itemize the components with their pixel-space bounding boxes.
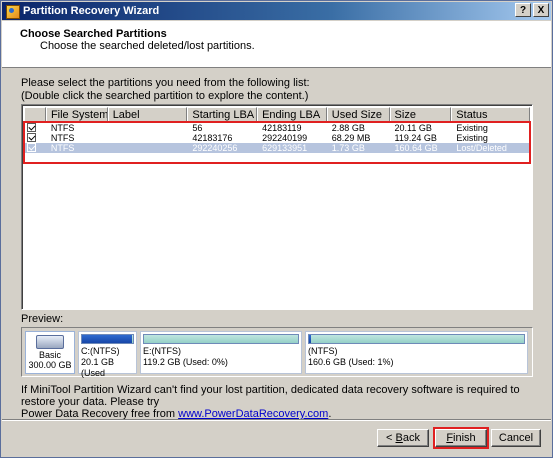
- column-label[interactable]: Label: [107, 107, 188, 122]
- instructions-line1: Please select the partitions you need fr…: [21, 77, 310, 89]
- partition-name: (NTFS): [308, 346, 338, 356]
- finish-button[interactable]: Finish: [433, 427, 489, 449]
- wizard-header: Choose Searched Partitions Choose the se…: [2, 21, 551, 68]
- column-starting-lba[interactable]: Starting LBA: [187, 107, 258, 122]
- back-prefix: <: [386, 432, 396, 444]
- partition-tile-lost[interactable]: (NTFS) 160.6 GB (Used: 1%): [305, 331, 528, 374]
- footer-separator: [2, 419, 551, 421]
- disk-size: 300.00 GB: [28, 360, 72, 370]
- help-button[interactable]: ?: [515, 3, 531, 17]
- finish-hotkey: F: [446, 432, 454, 444]
- window-title: Partition Recovery Wizard: [23, 5, 160, 17]
- partition-name: C:(NTFS): [81, 346, 120, 356]
- cancel-button[interactable]: Cancel: [491, 429, 541, 447]
- disk-type: Basic: [38, 350, 61, 360]
- partition-recovery-wizard-window: Partition Recovery Wizard ? X Choose Sea…: [0, 0, 553, 458]
- title-bar[interactable]: Partition Recovery Wizard ? X: [2, 2, 551, 20]
- column-used-size[interactable]: Used Size: [326, 107, 390, 122]
- instructions: Please select the partitions you need fr…: [21, 77, 310, 103]
- partition-info: 20.1 GB (Used: [81, 357, 115, 378]
- preview-label: Preview:: [21, 313, 64, 325]
- partition-usage-bar: [143, 334, 299, 344]
- back-hotkey: B: [395, 432, 403, 444]
- column-file-system[interactable]: File System: [45, 107, 108, 122]
- partition-name: E:(NTFS): [143, 346, 181, 356]
- disk-preview: Basic 300.00 GB C:(NTFS) 20.1 GB (Used E…: [21, 327, 533, 378]
- partition-tile-e[interactable]: E:(NTFS) 119.2 GB (Used: 0%): [140, 331, 302, 374]
- close-button[interactable]: X: [533, 3, 549, 17]
- recovery-note: If MiniTool Partition Wizard can't find …: [21, 384, 552, 420]
- list-header: File System Label Starting LBA Ending LB…: [24, 107, 530, 122]
- disk-tile[interactable]: Basic 300.00 GB: [25, 331, 75, 374]
- finish-rest: inish: [453, 432, 476, 444]
- back-rest: ack: [402, 432, 420, 444]
- header-title: Choose Searched Partitions: [20, 28, 167, 40]
- column-status[interactable]: Status: [451, 107, 530, 122]
- column-size[interactable]: Size: [389, 107, 452, 122]
- back-button[interactable]: < Back: [377, 429, 429, 447]
- partition-usage-bar: [81, 334, 134, 344]
- hard-disk-icon: [36, 335, 64, 349]
- note-line1: If MiniTool Partition Wizard can't find …: [21, 384, 520, 408]
- column-checkbox[interactable]: [24, 107, 46, 122]
- partition-usage-bar: [308, 334, 525, 344]
- partition-tile-c[interactable]: C:(NTFS) 20.1 GB (Used: [78, 331, 137, 378]
- header-subtitle: Choose the searched deleted/lost partiti…: [40, 40, 255, 52]
- app-icon: [5, 4, 20, 19]
- partition-info: 119.2 GB (Used: 0%): [143, 357, 228, 367]
- instructions-line2: (Double click the searched partition to …: [21, 90, 309, 102]
- partition-info: 160.6 GB (Used: 1%): [308, 357, 394, 367]
- selection-highlight-box: [23, 121, 531, 164]
- column-ending-lba[interactable]: Ending LBA: [257, 107, 327, 122]
